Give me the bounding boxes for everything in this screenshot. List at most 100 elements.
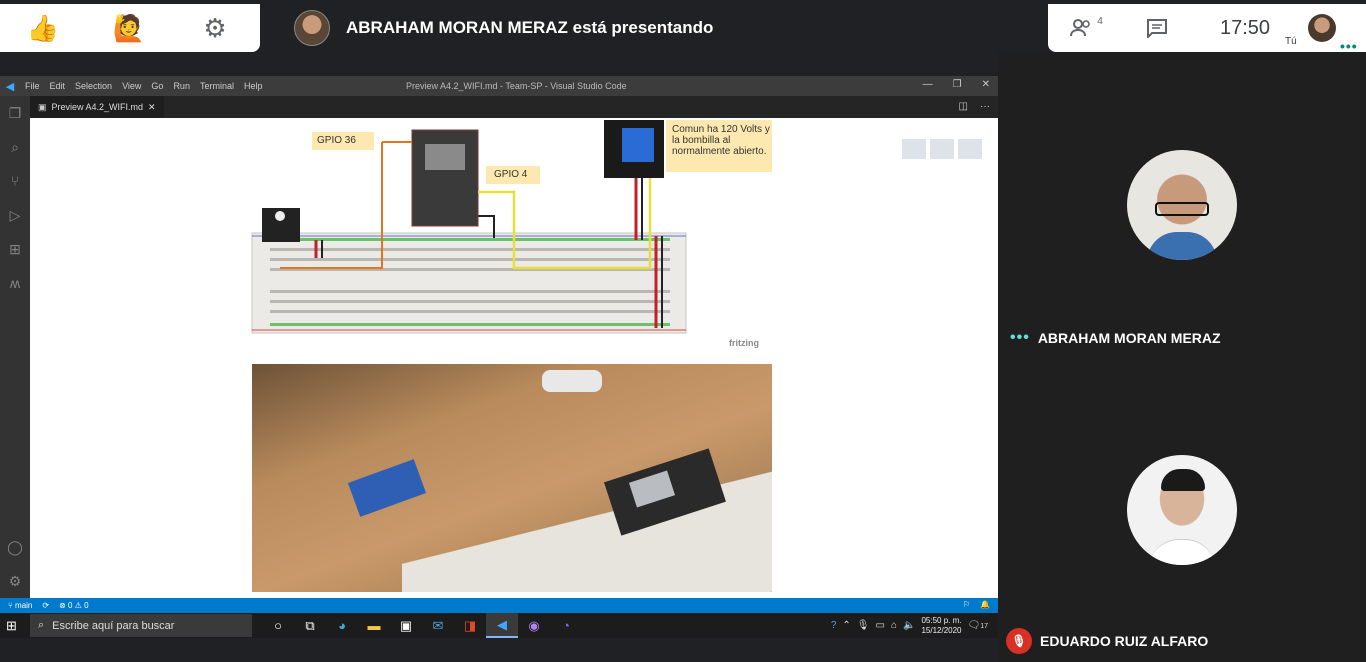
taskbar-clock[interactable]: 05:50 p. m. 15/12/2020 <box>921 616 961 636</box>
cortana-icon[interactable]: ○ <box>262 613 294 638</box>
participant-avatar-eduardo <box>1127 455 1237 565</box>
fritzing-watermark: fritzing <box>729 338 759 348</box>
system-tray: ? ⌃ 🎙 ▭ ⌂ 🔈 05:50 p. m. 15/12/2020 🗨17 <box>831 613 988 638</box>
participant-name-eduardo: 🎙 EDUARDO RUIZ ALFARO <box>1006 628 1208 654</box>
branch-indicator[interactable]: ⑂ main <box>8 601 32 610</box>
explorer-icon[interactable]: ❐ <box>0 96 30 130</box>
minimize-icon[interactable]: — <box>923 79 933 90</box>
editor-tabs: ▣ Preview A4.2_WIFI.md ✕ ◫ ··· <box>30 96 998 118</box>
notif-count: 17 <box>980 623 988 630</box>
raise-hand-icon[interactable]: 🙋 <box>86 4 172 52</box>
speaking-indicator-icon: ••• <box>1010 329 1030 346</box>
participant-avatar-abraham <box>1127 150 1237 260</box>
menu-item-selection[interactable]: Selection <box>75 81 112 91</box>
notifications-bell-icon[interactable]: 🔔 <box>980 600 990 609</box>
extensions-icon[interactable]: ⊞ <box>0 232 30 266</box>
preview-buttons <box>902 139 982 159</box>
participant-name-abraham: ••• ABRAHAM MORAN MERAZ <box>1010 329 1221 347</box>
windows-start-icon[interactable]: ⊞ <box>6 618 17 634</box>
office-icon[interactable]: ◨ <box>454 613 486 638</box>
search-icon[interactable]: ⌕ <box>0 130 30 164</box>
vscode-taskbar-icon[interactable]: ◀ <box>486 613 518 638</box>
self-avatar <box>1308 14 1336 42</box>
people-button[interactable]: 4 <box>1048 4 1124 52</box>
meeting-controls: 4 17:50 Tú ••• <box>1048 4 1366 54</box>
chat-button[interactable] <box>1124 4 1190 52</box>
preview-icon: ▣ <box>38 101 47 112</box>
participant-eduardo-label: EDUARDO RUIZ ALFARO <box>1040 633 1209 649</box>
preview-button-2[interactable] <box>930 139 954 159</box>
status-bar: ⑂ main ⟳ ⊗ 0 ⚠ 0 ⚐ 🔔 <box>0 598 998 613</box>
thumbs-up-icon[interactable]: 👍 <box>0 4 86 52</box>
mail-icon[interactable]: ✉ <box>422 613 454 638</box>
search-icon: ⌕ <box>38 619 45 631</box>
sync-icon[interactable]: ⟳ <box>42 601 49 610</box>
microphone-icon[interactable]: 🎙 <box>857 620 870 631</box>
tray-expand-icon[interactable]: ⌃ <box>842 620 850 631</box>
you-label: Tú <box>1285 36 1297 47</box>
gear-icon[interactable]: ⚙ <box>172 4 258 52</box>
people-count: 4 <box>1097 15 1103 27</box>
problems-indicator[interactable]: ⊗ 0 ⚠ 0 <box>59 601 88 610</box>
vscode-titlebar: ◀ File Edit Selection View Go Run Terminal Help… <box>0 76 998 96</box>
tab-label: Preview A4.2_WIFI.md <box>51 102 144 112</box>
preview-button-1[interactable] <box>902 139 926 159</box>
taskbar-search[interactable]: ⌕ Escribe aquí para buscar <box>30 614 252 637</box>
store-icon[interactable]: ▣ <box>390 613 422 638</box>
people-icon <box>1070 19 1091 37</box>
remote-icon[interactable]: ʍ <box>0 266 30 300</box>
mic-off-icon: 🎙 <box>1006 628 1032 654</box>
circuit-photo <box>252 364 772 592</box>
presenting-banner: ABRAHAM MORAN MERAZ está presentando <box>260 4 1048 52</box>
reactions-bar: 👍 🙋 ⚙ <box>0 4 260 52</box>
menu-item-go[interactable]: Go <box>151 81 163 91</box>
help-icon[interactable]: ? <box>831 620 837 631</box>
tab-close-icon[interactable]: ✕ <box>148 102 156 113</box>
participant-abraham-label: ABRAHAM MORAN MERAZ <box>1037 330 1221 346</box>
menu-item-run[interactable]: Run <box>173 81 190 91</box>
file-explorer-icon[interactable]: ▬ <box>358 613 390 638</box>
clock-time: 05:50 p. m. <box>921 615 962 625</box>
branch-name: main <box>15 601 33 610</box>
tab-preview[interactable]: ▣ Preview A4.2_WIFI.md ✕ <box>30 96 164 118</box>
markdown-preview: GPIO 36 GPIO 4 Comun ha 120 Volts y la b… <box>30 118 998 598</box>
battery-icon[interactable]: ▭ <box>876 620 885 631</box>
task-view-icon[interactable]: ⧉ <box>294 613 326 638</box>
presenter-text: ABRAHAM MORAN MERAZ está presentando <box>346 18 714 37</box>
gpio4-label: GPIO 4 <box>494 169 528 180</box>
account-icon[interactable]: ◯ <box>0 530 30 564</box>
presenter-avatar <box>294 10 330 46</box>
github-desktop-icon[interactable]: ◉ <box>518 613 550 638</box>
menu-item-edit[interactable]: Edit <box>50 81 66 91</box>
search-placeholder: Escribe aquí para buscar <box>52 619 175 632</box>
windows-taskbar: ⊞ ⌕ Escribe aquí para buscar ○ ⧉ ◕ ▬ ▣ ✉… <box>0 613 998 638</box>
close-icon[interactable]: ✕ <box>982 79 990 90</box>
volume-icon[interactable]: 🔈 <box>903 620 915 631</box>
messenger-icon[interactable]: ◔ <box>550 613 582 638</box>
participants-panel: ••• ABRAHAM MORAN MERAZ 🎙 EDUARDO RUIZ A… <box>998 52 1366 662</box>
more-actions-icon[interactable]: ··· <box>980 101 990 112</box>
chat-icon <box>1147 19 1167 38</box>
split-editor-icon[interactable]: ◫ <box>959 101 968 112</box>
menu-item-help[interactable]: Help <box>244 81 263 91</box>
meeting-time: 17:50 <box>1219 16 1271 39</box>
source-control-icon[interactable]: ⑂ <box>0 164 30 198</box>
preview-button-3[interactable] <box>958 139 982 159</box>
maximize-icon[interactable]: ❐ <box>953 79 962 90</box>
gpio36-label: GPIO 36 <box>317 135 356 146</box>
network-icon[interactable]: ⌂ <box>891 620 897 631</box>
run-debug-icon[interactable]: ▷ <box>0 198 30 232</box>
window-title: Preview A4.2_WIFI.md - Team-SP - Visual … <box>406 81 627 91</box>
edge-icon[interactable]: ◕ <box>326 613 358 638</box>
menu-item-terminal[interactable]: Terminal <box>200 81 234 91</box>
activity-bar: ❐ ⌕ ⑂ ▷ ⊞ ʍ ◯ ⚙ <box>0 96 30 598</box>
notification-center-icon[interactable]: 🗨17 <box>968 620 989 631</box>
shared-screen: ◀ File Edit Selection View Go Run Terminal Help… <box>0 76 998 638</box>
clock-date: 15/12/2020 <box>921 625 962 635</box>
menu-item-file[interactable]: File <box>25 81 40 91</box>
settings-gear-icon[interactable]: ⚙ <box>0 564 30 598</box>
vscode-logo-icon: ◀ <box>5 80 15 93</box>
live-share-icon[interactable]: ⚐ <box>963 600 970 609</box>
menu-item-view[interactable]: View <box>122 81 141 91</box>
vscode-menu: File Edit Selection View Go Run Terminal Help <box>20 81 267 91</box>
